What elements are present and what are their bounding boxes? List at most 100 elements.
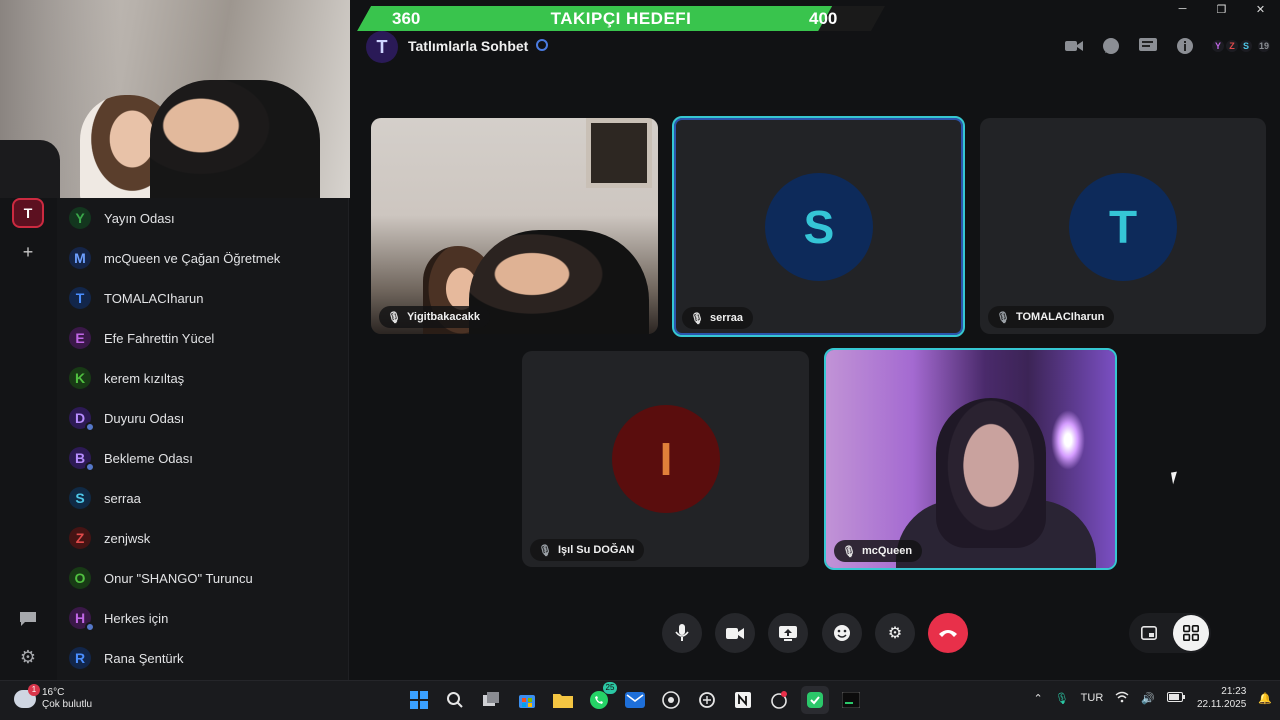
- microphone-muted-icon: 🎙: [996, 311, 1010, 324]
- search-icon[interactable]: [441, 686, 469, 714]
- minimize-button[interactable]: ─: [1163, 0, 1202, 18]
- globe-icon: [85, 422, 95, 432]
- participant-name: Işıl Su DOĞAN: [557, 544, 635, 556]
- participant-name: Yigitbakacakk: [406, 311, 480, 323]
- info-icon[interactable]: [1175, 36, 1194, 55]
- video-call-icon[interactable]: [1064, 36, 1083, 55]
- channel-avatar: M: [69, 247, 91, 269]
- whatsapp-badge: 25: [603, 682, 617, 694]
- channel-item[interactable]: D Duyuru Odası: [57, 398, 348, 438]
- channel-item[interactable]: R Rana Şentürk: [57, 638, 348, 678]
- messages-icon[interactable]: [18, 611, 38, 631]
- channel-name: Yayın Odası: [104, 210, 175, 226]
- participant-tile-serraa[interactable]: S 🎙 serraa: [672, 116, 965, 337]
- channel-name: TOMALACIharun: [104, 290, 204, 306]
- channel-item[interactable]: Sserraa: [57, 478, 348, 518]
- member-avatar: Z: [1226, 39, 1238, 52]
- microphone-icon: 🎙: [387, 311, 401, 324]
- notion-icon[interactable]: [729, 686, 757, 714]
- camera-button[interactable]: [715, 613, 755, 653]
- timer-icon[interactable]: [765, 686, 793, 714]
- volume-icon[interactable]: 🔊: [1141, 692, 1155, 705]
- microphone-icon[interactable]: 🎙: [1055, 692, 1069, 705]
- chatgpt-icon[interactable]: [693, 686, 721, 714]
- channel-avatar: H: [69, 607, 95, 632]
- member-avatar: Y: [1212, 39, 1224, 52]
- avatar-letter: T: [1108, 201, 1138, 253]
- participant-label: 🎙 mcQueen: [834, 540, 923, 562]
- channel-item[interactable]: E Efe Fahrettin Yücel: [57, 318, 348, 358]
- voice-chat-app-icon[interactable]: [801, 686, 829, 714]
- hang-up-button[interactable]: [928, 613, 968, 653]
- screenshare-button[interactable]: [768, 613, 808, 653]
- grid-layout-button[interactable]: [1173, 615, 1209, 651]
- globe-icon: [85, 622, 95, 632]
- channel-item[interactable]: O Onur "SHANGO" Turuncu: [57, 558, 348, 598]
- media-icon[interactable]: [657, 686, 685, 714]
- goal-title: TAKIPÇI HEDEFI: [550, 9, 692, 28]
- participant-tile-mcqueen[interactable]: 🎙 mcQueen: [824, 348, 1117, 570]
- system-tray: ⌃ 🎙 TUR 🔊 21:23 22.11.2025 🔔: [1033, 685, 1272, 711]
- notification-bell-icon[interactable]: 🔔: [1258, 692, 1272, 705]
- picture-in-picture-button[interactable]: [1131, 615, 1167, 651]
- channel-avatar: D: [69, 407, 95, 432]
- thread-icon[interactable]: [1101, 36, 1120, 55]
- member-avatars[interactable]: Y Z S 19: [1212, 39, 1270, 52]
- globe-icon: [85, 462, 95, 472]
- channel-name: Duyuru Odası: [104, 410, 185, 426]
- participant-tile-tomalaciharun[interactable]: T 🎙 TOMALACIharun: [980, 118, 1266, 334]
- microphone-icon: 🎙: [690, 312, 704, 325]
- taskbar: 1 16°C Çok bulutlu 25 ⌃ 🎙 TUR 🔊 21:23 22…: [0, 680, 1280, 720]
- mail-icon[interactable]: [621, 686, 649, 714]
- window-controls: ─ ❐ ✕: [1163, 0, 1280, 18]
- chat-icon[interactable]: [1138, 36, 1157, 55]
- wifi-icon[interactable]: [1115, 691, 1129, 706]
- chevron-up-icon[interactable]: ⌃: [1033, 692, 1042, 705]
- mouse-cursor: [1171, 471, 1179, 485]
- microphone-button[interactable]: [662, 613, 702, 653]
- channel-item[interactable]: B Bekleme Odası: [57, 438, 348, 478]
- participant-tile-yigitbakacakk[interactable]: 🎙 Yigitbakacakk: [371, 118, 658, 334]
- server-rail: T + ⚙: [0, 198, 57, 680]
- channel-avatar: K: [69, 367, 91, 389]
- participant-avatar: I: [612, 405, 720, 513]
- channel-item[interactable]: T TOMALACIharun: [57, 278, 348, 318]
- channel-avatar: R: [69, 647, 91, 669]
- emoji-button[interactable]: [822, 613, 862, 653]
- participant-label: 🎙 Işıl Su DOĞAN: [530, 539, 645, 561]
- channel-name: Onur "SHANGO" Turuncu: [104, 570, 253, 586]
- battery-icon[interactable]: [1166, 691, 1185, 705]
- channel-name: kerem kızıltaş: [104, 370, 185, 386]
- channel-name: serraa: [104, 490, 141, 506]
- microphone-muted-icon: 🎙: [538, 544, 552, 557]
- settings-button[interactable]: ⚙: [875, 613, 915, 653]
- start-windows-icon[interactable]: [405, 686, 433, 714]
- channel-avatar: S: [69, 487, 91, 509]
- add-server-button[interactable]: +: [18, 242, 38, 262]
- channel-item[interactable]: Zzenjwsk: [57, 518, 348, 558]
- channel-item[interactable]: H Herkes için: [57, 598, 348, 638]
- maximize-button[interactable]: ❐: [1202, 0, 1241, 18]
- weather-widget[interactable]: 1 16°C Çok bulutlu: [14, 684, 92, 711]
- close-button[interactable]: ✕: [1241, 0, 1280, 18]
- language-indicator[interactable]: TUR: [1081, 692, 1104, 704]
- channel-avatar[interactable]: T: [366, 31, 398, 63]
- webcam-person: [150, 80, 320, 198]
- channel-item[interactable]: Kkerem kızıltaş: [57, 358, 348, 398]
- whatsapp-icon[interactable]: 25: [585, 682, 617, 714]
- task-view-icon[interactable]: [477, 686, 505, 714]
- clock[interactable]: 21:23 22.11.2025: [1197, 685, 1246, 711]
- webcam-microphone: [0, 140, 60, 198]
- file-explorer-icon[interactable]: [549, 686, 577, 714]
- channel-item[interactable]: Y Yayın Odası: [57, 198, 348, 238]
- channel-item[interactable]: MmcQueen ve Çağan Öğretmek: [57, 238, 348, 278]
- channel-name: Rana Şentürk: [104, 650, 184, 666]
- header-actions: Y Z S 19: [1064, 36, 1270, 55]
- cloud-icon: 1: [14, 684, 40, 708]
- participant-tile-isil-su-dogan[interactable]: I 🎙 Işıl Su DOĞAN: [522, 351, 809, 567]
- store-icon[interactable]: [513, 686, 541, 714]
- server-icon[interactable]: T: [12, 198, 44, 228]
- channel-name: Efe Fahrettin Yücel: [104, 330, 215, 346]
- terminal-icon[interactable]: [837, 686, 865, 714]
- settings-gear-icon[interactable]: ⚙: [18, 647, 38, 667]
